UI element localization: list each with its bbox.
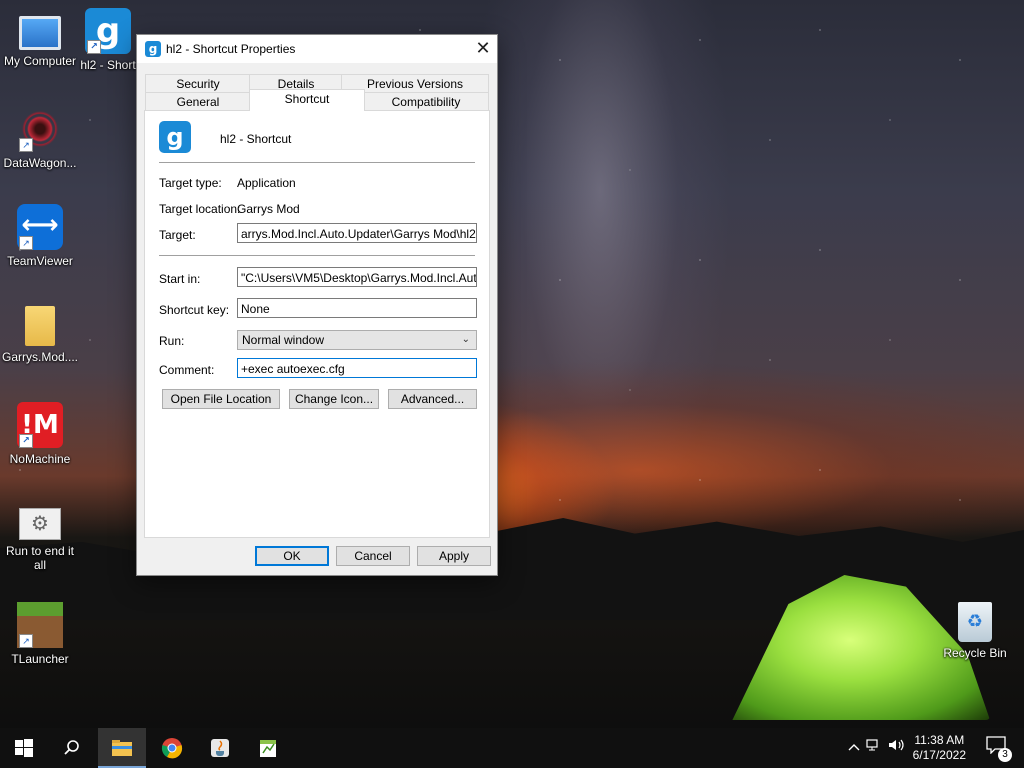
desktop-icon-recycle-bin[interactable]: Recycle Bin: [935, 602, 1015, 660]
volume-tray-button[interactable]: [888, 728, 906, 768]
shortcut-arrow-icon: ↗: [19, 138, 33, 152]
search-icon: [64, 739, 79, 755]
gmod-icon: g: [145, 41, 161, 57]
notification-count-badge: 3: [998, 748, 1012, 762]
advanced-button[interactable]: Advanced...: [388, 389, 477, 409]
shortcut-properties-dialog: g hl2 - Shortcut Properties ✕ Security D…: [136, 34, 498, 576]
shortcut-name: hl2 - Shortcut: [220, 132, 292, 146]
shortcut-arrow-icon: ↗: [19, 236, 33, 250]
chrome-icon: [161, 737, 183, 759]
ok-button[interactable]: OK: [255, 546, 329, 566]
desktop-icon-label: TLauncher: [11, 652, 69, 666]
minecraft-icon: ↗: [17, 602, 63, 648]
start-button[interactable]: [0, 728, 48, 768]
target-location-label: Target location:: [159, 202, 241, 216]
shortcut-key-field[interactable]: None: [237, 298, 477, 318]
settings-window-icon: [19, 508, 61, 540]
dialog-title: hl2 - Shortcut Properties: [166, 42, 296, 56]
desktop-icon-nomachine[interactable]: !M ↗ NoMachine: [0, 402, 80, 466]
chevron-down-icon: ⌄: [461, 334, 470, 345]
file-explorer-icon: [112, 739, 132, 756]
desktop-icon-label: Recycle Bin: [943, 646, 1007, 660]
teamviewer-icon: ↗: [17, 204, 63, 250]
desktop-icon-hl2-shortcut[interactable]: g ↗ hl2 - Short: [78, 8, 138, 72]
shortcut-arrow-icon: ↗: [19, 634, 33, 648]
taskbar-notepad-plus[interactable]: [244, 728, 292, 768]
run-select[interactable]: Normal window ⌄: [237, 330, 477, 350]
apply-button[interactable]: Apply: [417, 546, 491, 566]
windows-logo-icon: [15, 738, 33, 757]
open-file-location-button[interactable]: Open File Location: [162, 389, 280, 409]
show-hidden-icons-button[interactable]: [848, 728, 860, 768]
action-center-button[interactable]: 3: [986, 736, 1012, 762]
taskbar-java[interactable]: [196, 728, 244, 768]
tab-general[interactable]: General: [145, 92, 251, 111]
shortcut-key-label: Shortcut key:: [159, 303, 230, 317]
desktop-icon-label: DataWagon...: [3, 156, 77, 170]
target-label: Target:: [159, 228, 196, 242]
clock-time: 11:38 AM: [914, 733, 965, 747]
taskbar: 11:38 AM 6/17/2022 3: [0, 728, 1024, 768]
run-select-value: Normal window: [242, 333, 325, 347]
comment-field[interactable]: +exec autoexec.cfg: [237, 358, 477, 378]
desktop-icon-run-to-end-it-all[interactable]: Run to end it all: [0, 500, 80, 572]
desktop-icon-label: Run to end it all: [5, 544, 75, 572]
change-icon-button[interactable]: Change Icon...: [289, 389, 379, 409]
gmod-icon: g ↗: [85, 8, 131, 54]
dialog-titlebar[interactable]: g hl2 - Shortcut Properties ✕: [137, 35, 497, 63]
desktop-icon-garrys-mod-folder[interactable]: Garrys.Mod....: [0, 306, 80, 364]
shortcut-arrow-icon: ↗: [87, 40, 101, 54]
nomachine-icon: !M ↗: [17, 402, 63, 448]
start-in-field[interactable]: "C:\Users\VM5\Desktop\Garrys.Mod.Incl.Au…: [237, 267, 477, 287]
taskbar-chrome[interactable]: [148, 728, 196, 768]
network-icon: [866, 739, 878, 751]
shortcut-arrow-icon: ↗: [19, 434, 33, 448]
tab-shortcut[interactable]: Shortcut: [249, 89, 365, 111]
taskbar-file-explorer[interactable]: [98, 728, 146, 768]
comment-label: Comment:: [159, 363, 215, 377]
network-tray-button[interactable]: [866, 728, 882, 768]
desktop-icon-teamviewer[interactable]: ↗ TeamViewer: [0, 204, 80, 268]
start-in-label: Start in:: [159, 272, 201, 286]
clock[interactable]: 11:38 AM 6/17/2022: [913, 733, 966, 763]
desktop-icon-label: NoMachine: [9, 452, 71, 466]
target-type-value: Application: [237, 176, 296, 190]
desktop-icon-label: My Computer: [3, 54, 77, 68]
desktop-icon-my-computer[interactable]: My Computer: [0, 8, 80, 68]
close-button[interactable]: ✕: [469, 35, 497, 63]
target-field[interactable]: arrys.Mod.Incl.Auto.Updater\Garrys Mod\h…: [237, 223, 477, 243]
cancel-button[interactable]: Cancel: [336, 546, 410, 566]
datawagon-icon: ↗: [17, 106, 63, 152]
speaker-icon: [889, 739, 904, 751]
desktop-icon-datawagon[interactable]: ↗ DataWagon...: [0, 106, 80, 170]
gmod-icon: g: [159, 121, 191, 153]
shortcut-tab-panel: g hl2 - Shortcut Target type: Applicatio…: [144, 110, 490, 538]
chevron-up-icon: [848, 744, 860, 751]
notepad-icon: [260, 739, 276, 757]
divider: [159, 255, 475, 256]
desktop-icon-label: hl2 - Short: [80, 58, 136, 72]
desktop-icon-label: Garrys.Mod....: [1, 350, 78, 364]
tab-security[interactable]: Security: [145, 74, 251, 93]
divider: [159, 162, 475, 163]
folder-icon: [25, 306, 55, 346]
java-icon: [211, 738, 229, 757]
target-location-value: Garrys Mod: [237, 202, 300, 216]
desktop-icon-tlauncher[interactable]: ↗ TLauncher: [0, 602, 80, 666]
target-type-label: Target type:: [159, 176, 222, 190]
clock-date: 6/17/2022: [912, 748, 966, 762]
recycle-bin-icon: [958, 602, 992, 642]
tab-compatibility[interactable]: Compatibility: [363, 92, 489, 111]
computer-icon: [19, 16, 61, 50]
run-label: Run:: [159, 334, 185, 348]
desktop-icon-label: TeamViewer: [7, 254, 73, 268]
search-button[interactable]: [48, 728, 96, 768]
